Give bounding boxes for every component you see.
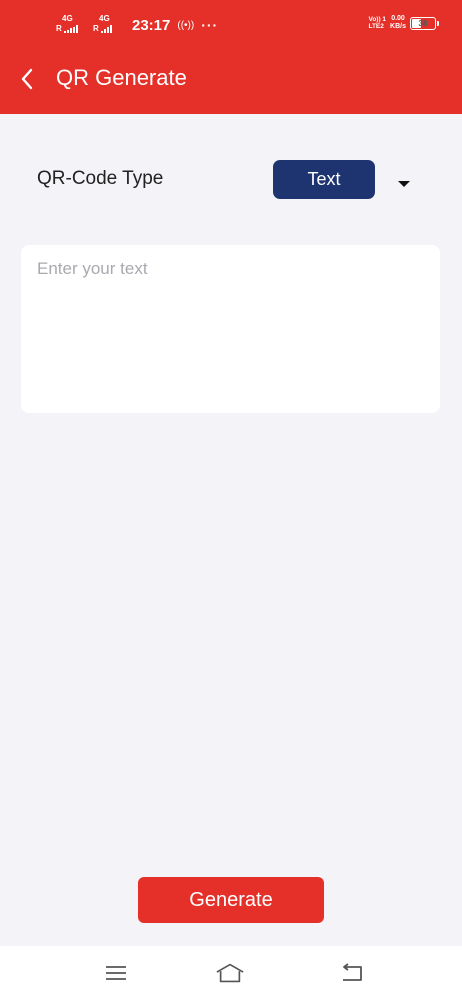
- volte-indicator: Vo)) 1 LTE2: [368, 16, 386, 30]
- generate-button[interactable]: Generate: [138, 877, 324, 923]
- app-bar: QR Generate: [0, 50, 462, 114]
- speed-value: 0.00: [391, 15, 405, 22]
- more-notifications-icon: ···: [201, 17, 219, 33]
- qr-code-type-label: QR-Code Type: [37, 168, 164, 189]
- back-button[interactable]: [12, 64, 42, 94]
- hotspot-icon: ((•)): [177, 19, 195, 31]
- sim2-roaming-indicator: R: [93, 24, 99, 33]
- status-bar: 4G R 4G R 23:17 ((•)) ··· Vo)) 1 LTE2 0.…: [0, 0, 462, 50]
- text-input[interactable]: [21, 245, 440, 413]
- sim2-signal-bars-icon: [101, 25, 112, 33]
- nav-menu-button[interactable]: [101, 961, 131, 985]
- sim1-roaming-indicator: R: [56, 24, 62, 33]
- sim2-network-type: 4G: [99, 14, 110, 23]
- volte-top: Vo)) 1: [368, 16, 387, 23]
- back-icon: [343, 963, 362, 981]
- sim1-network-type: 4G: [62, 14, 73, 23]
- page-title: QR Generate: [56, 65, 187, 90]
- nav-home-button[interactable]: [215, 961, 245, 985]
- sim1-signal-bars-icon: [64, 25, 78, 33]
- sim2-signal: 4G R: [93, 15, 125, 35]
- speed-unit: KB/s: [390, 23, 406, 30]
- system-nav-bar: [0, 946, 462, 1000]
- network-speed: 0.00 KB/s: [390, 15, 406, 31]
- sim1-signal: 4G R: [56, 15, 88, 35]
- battery-level: 38: [418, 18, 428, 28]
- chevron-left-icon: [21, 68, 33, 90]
- home-icon: [216, 963, 244, 983]
- battery-icon: 38: [410, 16, 439, 30]
- qr-type-dropdown[interactable]: [396, 176, 412, 187]
- qr-type-selector-button[interactable]: Text: [273, 160, 375, 199]
- caret-down-icon: [398, 181, 410, 187]
- status-time: 23:17: [132, 16, 171, 34]
- status-left: 4G R 4G R 23:17 ((•)) ···: [56, 15, 218, 35]
- status-right: Vo)) 1 LTE2 0.00 KB/s 38: [368, 15, 439, 31]
- menu-icon: [106, 966, 126, 980]
- volte-bottom: LTE2: [368, 23, 384, 30]
- nav-back-button[interactable]: [337, 961, 367, 985]
- text-input-card: [21, 245, 440, 413]
